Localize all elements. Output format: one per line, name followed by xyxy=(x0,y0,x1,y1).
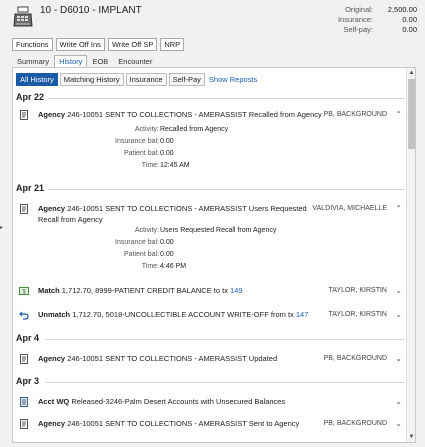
date-header: Apr 4 xyxy=(16,333,40,343)
functions-button[interactable]: Functions xyxy=(12,38,53,51)
entry-user: PB, BACKGROUND xyxy=(323,355,387,362)
entry-text: Agency 246-10051 SENT TO COLLECTIONS - A… xyxy=(38,204,307,224)
entry-text: Agency 246-10051 SENT TO COLLECTIONS - A… xyxy=(38,110,322,119)
entry-text: Acct WQ Released-3246-Palm Desert Accoun… xyxy=(38,397,286,406)
cash-register-icon xyxy=(13,6,33,27)
history-list: Apr 22 Agency 246-10051 SENT TO COLLECTI… xyxy=(13,90,408,442)
divider xyxy=(45,382,405,383)
transaction-link[interactable]: 147 xyxy=(296,310,309,319)
show-reposts-link[interactable]: Show Reposts xyxy=(207,73,259,86)
write-off-ins-button[interactable]: Write Off Ins xyxy=(55,38,105,51)
page-title: 10 - D6010 - IMPLANT xyxy=(40,5,142,16)
filter-insurance[interactable]: Insurance xyxy=(125,73,167,86)
entry-text: Match 1,712.70, 8999-PATIENT CREDIT BALA… xyxy=(38,286,243,295)
total-insurance: Insurance: 0.00 xyxy=(337,15,417,24)
history-entry[interactable]: Agency 246-10051 SENT TO COLLECTIONS - A… xyxy=(19,203,405,273)
filter-all-history[interactable]: All History xyxy=(16,73,58,86)
write-off-sp-button[interactable]: Write Off SP xyxy=(107,38,158,51)
entry-details: Activity: Users Requested Recall from Age… xyxy=(115,227,277,270)
scrollbar-thumb[interactable] xyxy=(408,79,415,149)
history-entry[interactable]: Agency 246-10051 SENT TO COLLECTIONS - A… xyxy=(19,418,405,430)
total-self-pay: Self-pay: 0.00 xyxy=(343,25,417,34)
scroll-down-icon[interactable]: ▼ xyxy=(408,433,415,441)
date-header: Apr 3 xyxy=(16,376,40,386)
divider xyxy=(48,189,405,190)
history-filter-tabs: All History Matching History Insurance S… xyxy=(16,73,259,86)
history-entry[interactable]: Unmatch 1,712.70, 5018-UNCOLLECTIBLE ACC… xyxy=(19,309,405,321)
expand-icon[interactable]: ⌄ xyxy=(395,353,402,364)
vertical-scrollbar[interactable]: ▲ ▼ xyxy=(406,68,415,442)
match-icon: $ xyxy=(19,287,29,295)
balance-totals: Original: 2,500.00 Insurance: 0.00 Self-pa… xyxy=(307,5,417,35)
action-toolbar: Functions Write Off Ins Write Off SP NRP xyxy=(12,38,185,51)
entry-details: Activity: Recalled from Agency Insurance … xyxy=(115,126,229,169)
document-icon xyxy=(20,419,28,429)
total-original: Original: 2,500.00 xyxy=(345,5,417,14)
header-bar: 10 - D6010 - IMPLANT Original: 2,500.00 I… xyxy=(0,0,425,68)
history-panel: All History Matching History Insurance S… xyxy=(12,67,416,443)
expand-icon[interactable]: ⌄ xyxy=(395,396,402,407)
entry-text: Agency 246-10051 SENT TO COLLECTIONS - A… xyxy=(38,354,278,363)
expand-icon[interactable]: ⌄ xyxy=(395,418,402,429)
collapse-icon[interactable]: ⌃ xyxy=(395,203,402,214)
entry-text: Agency 246-10051 SENT TO COLLECTIONS - A… xyxy=(38,419,300,428)
entry-user: TAYLOR, KIRSTIN xyxy=(328,287,387,294)
undo-icon xyxy=(19,311,29,320)
divider xyxy=(48,98,405,99)
filter-self-pay[interactable]: Self-Pay xyxy=(168,73,205,86)
document-icon xyxy=(20,354,28,364)
divider xyxy=(45,339,405,340)
history-entry[interactable]: $ Match 1,712.70, 8999-PATIENT CREDIT BA… xyxy=(19,285,405,297)
entry-user: PB, BACKGROUND xyxy=(323,420,387,427)
entry-user: PB, BACKGROUND xyxy=(323,111,387,118)
expand-handle-icon[interactable]: ▸ xyxy=(0,222,6,234)
document-icon xyxy=(20,204,28,214)
collapse-icon[interactable]: ⌃ xyxy=(395,109,402,120)
nrp-button[interactable]: NRP xyxy=(160,38,185,51)
entry-user: TAYLOR, KIRSTIN xyxy=(328,311,387,318)
workqueue-icon xyxy=(20,397,28,407)
scroll-up-icon[interactable]: ▲ xyxy=(408,69,415,77)
expand-icon[interactable]: ⌄ xyxy=(395,309,402,320)
entry-user: VALDIVIA, MICHAELLE xyxy=(312,205,387,212)
history-entry[interactable]: Acct WQ Released-3246-Palm Desert Accoun… xyxy=(19,396,405,408)
date-header: Apr 21 xyxy=(16,183,45,193)
transaction-link[interactable]: 149 xyxy=(230,286,243,295)
history-entry[interactable]: Agency 246-10051 SENT TO COLLECTIONS - A… xyxy=(19,353,405,365)
filter-matching-history[interactable]: Matching History xyxy=(59,73,124,86)
history-entry[interactable]: Agency 246-10051 SENT TO COLLECTIONS - A… xyxy=(19,109,405,169)
date-header: Apr 22 xyxy=(16,92,45,102)
document-icon xyxy=(20,110,28,120)
expand-icon[interactable]: ⌄ xyxy=(395,285,402,296)
entry-text: Unmatch 1,712.70, 5018-UNCOLLECTIBLE ACC… xyxy=(38,310,309,319)
